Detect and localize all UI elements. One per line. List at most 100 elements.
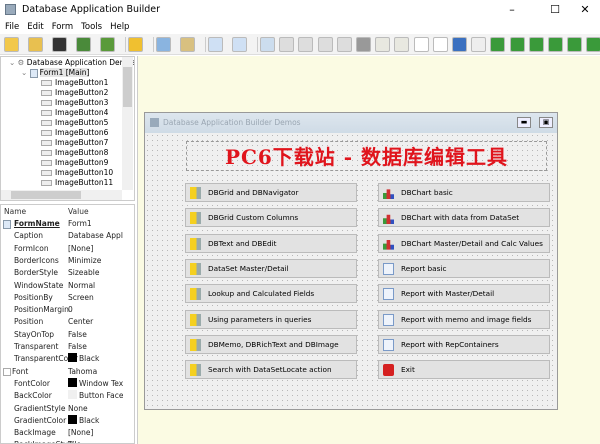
spin-icon[interactable] xyxy=(567,37,583,52)
groupbox-icon[interactable] xyxy=(317,37,333,52)
menu-file[interactable]: File xyxy=(0,20,23,34)
pointer-icon[interactable] xyxy=(260,37,275,52)
tree-form-node[interactable]: ⌄ Form1 [Main] xyxy=(21,68,90,78)
demo-button[interactable]: Lookup and Calculated Fields xyxy=(185,284,357,304)
image-icon[interactable] xyxy=(452,37,467,52)
property-value[interactable]: False xyxy=(68,341,87,353)
demo-button[interactable]: DBGrid Custom Columns xyxy=(185,208,357,228)
property-row[interactable]: Position Center xyxy=(1,316,123,328)
copy-icon[interactable] xyxy=(156,37,171,52)
close-button[interactable]: ✕ xyxy=(570,2,600,18)
new-icon[interactable] xyxy=(4,37,19,52)
tree-item[interactable]: ImageButton10 xyxy=(41,168,113,177)
property-value[interactable]: Form1 xyxy=(68,218,92,230)
preview-icon[interactable] xyxy=(232,37,247,52)
calendar-icon[interactable] xyxy=(586,37,600,52)
menu-form[interactable]: Form xyxy=(48,20,77,34)
property-value[interactable]: Tahoma xyxy=(68,366,97,378)
demo-button[interactable]: Report with memo and image fields xyxy=(378,309,550,329)
property-row[interactable]: WindowState Normal xyxy=(1,280,123,292)
save-icon[interactable] xyxy=(52,37,67,52)
property-value[interactable]: Sizeable xyxy=(68,267,99,279)
open-icon[interactable] xyxy=(28,37,43,52)
property-value[interactable]: [None] xyxy=(68,243,93,255)
panel-icon[interactable] xyxy=(279,37,295,52)
demo-button[interactable]: DBChart with data from DataSet xyxy=(378,208,550,228)
property-row[interactable]: BorderIcons Minimize xyxy=(1,255,123,267)
page-icon[interactable] xyxy=(208,37,223,52)
minimize-button[interactable]: – xyxy=(497,2,527,18)
property-row[interactable]: FormName Form1 xyxy=(1,218,123,230)
property-row[interactable]: StayOnTop False xyxy=(1,329,123,341)
property-row[interactable]: BorderStyle Sizeable xyxy=(1,267,123,279)
property-row[interactable]: BackImageStyleTile xyxy=(1,439,123,443)
tree-item[interactable]: ImageButton7 xyxy=(41,138,108,147)
demo-button[interactable]: Using parameters in queries xyxy=(185,309,357,329)
tree-horizontal-scrollbar[interactable] xyxy=(1,190,122,200)
run-icon[interactable] xyxy=(100,37,115,52)
label-icon[interactable] xyxy=(432,37,448,52)
property-row[interactable]: GradientStyle None xyxy=(1,403,123,415)
tree-root[interactable]: ⌄ ⚙ Database Application Demos [I xyxy=(9,58,134,67)
button-icon[interactable] xyxy=(375,37,391,52)
property-value[interactable]: Minimize xyxy=(68,255,101,267)
property-row[interactable]: Caption Database Applica xyxy=(1,230,123,242)
demo-button[interactable]: DBGrid and DBNavigator xyxy=(185,183,357,202)
demo-button[interactable]: Exit xyxy=(378,360,550,380)
designed-form[interactable]: Database Application Builder Demos ▬ ▣ P… xyxy=(144,112,558,410)
import-icon[interactable] xyxy=(76,37,91,52)
demo-button[interactable]: Report basic xyxy=(378,258,550,278)
property-row[interactable]: PositionBy Screen xyxy=(1,292,123,304)
property-value[interactable]: Screen xyxy=(68,292,94,304)
property-grid[interactable]: Name Value FormName Form1 Caption Database … xyxy=(0,204,135,444)
property-value[interactable]: False xyxy=(68,329,87,341)
menu-edit[interactable]: Edit xyxy=(23,20,47,34)
tree-item[interactable]: ImageButton11 xyxy=(41,178,113,187)
form-minimize-button[interactable]: ▬ xyxy=(517,117,531,128)
property-value[interactable]: 0 xyxy=(68,304,73,316)
tree-item[interactable]: ImageButton8 xyxy=(41,148,108,157)
edit-line-icon[interactable] xyxy=(471,37,487,52)
property-row[interactable]: BackColor Button Face xyxy=(1,390,123,402)
demo-button[interactable]: Report with Master/Detail xyxy=(378,284,550,304)
property-value[interactable]: Button Face xyxy=(68,390,123,402)
property-row[interactable]: GradientColor Black xyxy=(1,414,123,427)
label-big-icon[interactable] xyxy=(413,37,429,52)
property-value[interactable]: Normal xyxy=(68,280,95,292)
property-value[interactable]: Tile xyxy=(68,439,81,443)
tree-vertical-scrollbar[interactable] xyxy=(122,57,133,190)
demo-button[interactable]: DBChart basic xyxy=(378,183,550,202)
demo-button[interactable]: Search with DataSetLocate action xyxy=(185,360,357,380)
tree-item[interactable]: ImageButton6 xyxy=(41,128,108,137)
combobox-icon[interactable] xyxy=(548,37,563,52)
property-row[interactable]: PositionMargin 0 xyxy=(1,304,123,316)
property-row[interactable]: Transparent False xyxy=(1,341,123,353)
property-value[interactable]: Center xyxy=(68,316,93,328)
property-row[interactable]: Font Tahoma xyxy=(1,366,123,378)
tree-item[interactable]: ImageButton3 xyxy=(41,98,108,107)
menu-tools[interactable]: Tools xyxy=(77,20,106,34)
edit-icon[interactable] xyxy=(490,37,506,52)
tree-item[interactable]: ImageButton1 xyxy=(41,78,108,87)
tree-item[interactable]: ImageButton2 xyxy=(41,88,108,97)
property-row[interactable]: BackImage [None] xyxy=(1,427,123,439)
demo-button[interactable]: DBChart Master/Detail and Calc Values xyxy=(378,233,550,253)
demo-button[interactable]: DataSet Master/Detail xyxy=(185,258,357,278)
property-value[interactable]: None xyxy=(68,403,88,415)
tree-item[interactable]: ImageButton5 xyxy=(41,118,108,127)
lightbulb-icon[interactable] xyxy=(128,37,143,52)
property-row[interactable]: TransparentColor Black xyxy=(1,353,123,365)
demo-button[interactable]: DBText and DBEdit xyxy=(185,233,357,253)
checkbutton-icon[interactable] xyxy=(394,37,410,52)
project-tree[interactable]: ⌄ ⚙ Database Application Demos [I ⌄ Form1… xyxy=(0,56,135,201)
property-value[interactable]: [None] xyxy=(68,427,93,439)
paste-icon[interactable] xyxy=(180,37,195,52)
checkbox-icon[interactable] xyxy=(509,37,525,52)
demo-button[interactable]: DBMemo, DBRichText and DBImage xyxy=(185,334,357,354)
tree-item[interactable]: ImageButton9 xyxy=(41,158,108,167)
tree-item[interactable]: ImageButton4 xyxy=(41,108,108,117)
form-maximize-button[interactable]: ▣ xyxy=(539,117,553,128)
property-value[interactable]: Black xyxy=(68,414,99,427)
property-value[interactable]: Window Text xyxy=(68,377,123,390)
maximize-button[interactable]: ☐ xyxy=(540,2,570,18)
